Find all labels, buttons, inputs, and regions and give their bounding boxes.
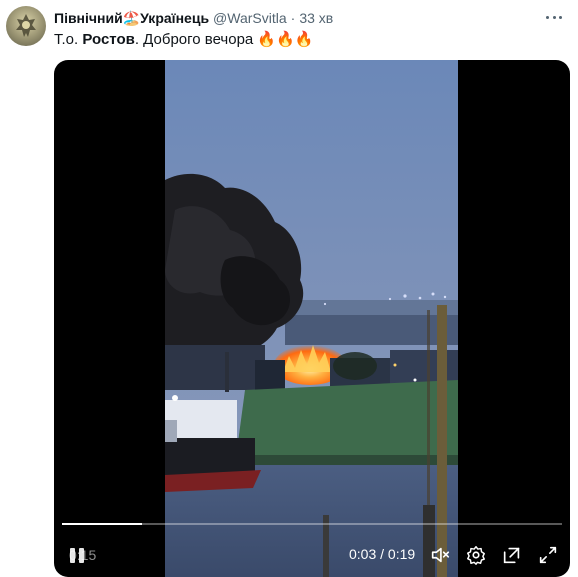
popout-button[interactable] <box>501 544 523 566</box>
video-scene <box>165 60 458 577</box>
tweet-header: Північний🏖️Українець @WarSvitla · 33 хв <box>54 9 333 27</box>
tweet-text-prefix: Т.о. <box>54 31 83 48</box>
progress-bar[interactable] <box>62 523 562 525</box>
tweet-timestamp[interactable]: 33 хв <box>299 10 333 26</box>
current-time: 0:03 <box>349 546 377 562</box>
mute-button[interactable] <box>429 544 451 566</box>
avatar[interactable] <box>6 6 46 46</box>
video-timecode: 0:03 / 0:19 <box>349 546 415 562</box>
remaining-time: 0:15 <box>69 547 97 563</box>
more-options-button[interactable] <box>544 8 564 26</box>
tweet-text-bold: Ростов <box>82 31 135 48</box>
author-name[interactable]: Північний🏖️Українець <box>54 10 209 27</box>
video-player[interactable]: 0:15 0:03 / 0:19 <box>54 60 570 577</box>
time-separator: / <box>376 546 388 562</box>
more-dots-icon <box>546 15 549 19</box>
tweet-text: Т.о. Ростов. Доброго вечора 🔥🔥🔥 <box>54 30 313 48</box>
video-frame[interactable] <box>165 60 458 577</box>
volume-muted-icon <box>431 547 450 563</box>
duration: 0:19 <box>387 546 416 562</box>
fullscreen-button[interactable] <box>537 544 559 566</box>
separator-dot: · <box>290 10 296 26</box>
popout-icon <box>503 547 520 564</box>
tweet-text-suffix: . Доброго вечора 🔥🔥🔥 <box>134 31 314 48</box>
fullscreen-icon <box>539 546 557 564</box>
gear-icon <box>467 546 485 565</box>
author-handle[interactable]: @WarSvitla <box>213 10 287 26</box>
progress-fill <box>62 523 142 525</box>
settings-button[interactable] <box>465 544 487 566</box>
